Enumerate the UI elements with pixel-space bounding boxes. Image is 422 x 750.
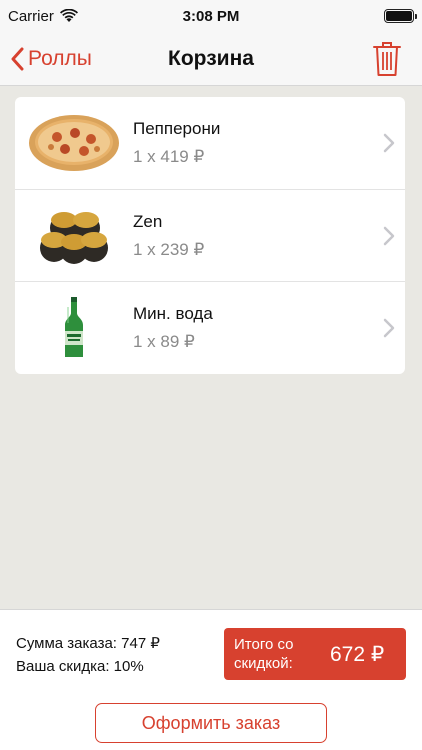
- status-bar: Carrier 3:08 PM: [0, 0, 422, 32]
- item-text: Zen 1 x 239 ₽: [133, 212, 405, 260]
- nav-bar: Роллы Корзина: [0, 32, 422, 86]
- item-text: Пепперони 1 x 419 ₽: [133, 119, 405, 167]
- order-sum: Сумма заказа: 747 ₽: [16, 635, 160, 652]
- item-price: 1 x 89 ₽: [133, 331, 195, 351]
- wifi-icon: [59, 9, 78, 22]
- chevron-right-icon: [383, 133, 395, 153]
- back-button[interactable]: Роллы: [10, 32, 92, 86]
- item-name: Пепперони: [133, 119, 221, 138]
- item-name: Zen: [133, 211, 163, 231]
- sushi-rolls-image: [15, 190, 133, 282]
- pizza-image: [15, 97, 133, 189]
- back-label: Роллы: [28, 47, 92, 70]
- cart-item-pepperoni[interactable]: Пепперони 1 x 419 ₽: [15, 97, 405, 189]
- checkout-button[interactable]: Оформить заказ: [95, 703, 327, 743]
- water-bottle-image: [15, 282, 133, 374]
- battery-icon: [384, 9, 417, 23]
- item-price: 1 x 419 ₽: [133, 147, 205, 166]
- item-text: Мин. вода 1 x 89 ₽: [133, 304, 405, 352]
- chevron-right-icon: [383, 318, 395, 338]
- cart-item-zen[interactable]: Zen 1 x 239 ₽: [15, 189, 405, 281]
- trash-icon[interactable]: [372, 40, 402, 78]
- discount-label: Ваша скидка: 10%: [16, 658, 144, 675]
- chevron-left-icon: [11, 47, 24, 71]
- order-summary: Сумма заказа: 747 ₽ Ваша скидка: 10% Ито…: [0, 609, 422, 750]
- total-badge: Итого со скидкой: 672 ₽: [224, 628, 406, 680]
- carrier-label: Carrier: [8, 7, 54, 25]
- item-price: 1 x 239 ₽: [133, 239, 205, 259]
- total-value: 672 ₽: [330, 642, 385, 666]
- chevron-right-icon: [383, 226, 395, 246]
- status-left: Carrier: [8, 8, 78, 25]
- sum-text: Сумма заказа: 747 ₽ Ваша скидка: 10%: [16, 632, 160, 678]
- cart-list: Пепперони 1 x 419 ₽ Zen 1 x 239 ₽ Мин. в…: [15, 97, 405, 374]
- item-name: Мин. вода: [133, 303, 213, 323]
- total-label: Итого со скидкой:: [234, 636, 294, 672]
- cart-item-mineral-water[interactable]: Мин. вода 1 x 89 ₽: [15, 281, 405, 373]
